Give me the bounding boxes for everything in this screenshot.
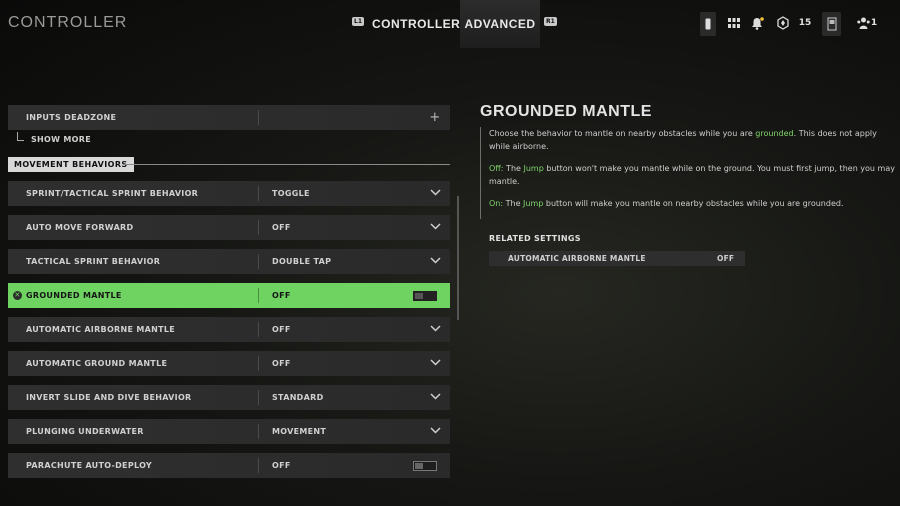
setting-value: OFF xyxy=(272,325,291,334)
party-count: 1 xyxy=(870,18,878,28)
l1-bumper-hint: L1 xyxy=(352,17,364,26)
detail-title: GROUNDED MANTLE xyxy=(480,103,652,120)
setting-label: INVERT SLIDE AND DIVE BEHAVIOR xyxy=(26,393,192,402)
player-card-icon[interactable] xyxy=(822,12,841,36)
setting-label: AUTOMATIC GROUND MANTLE xyxy=(26,359,168,368)
r1-bumper-hint: R1 xyxy=(544,17,557,26)
plus-icon[interactable]: + xyxy=(420,110,450,125)
chevron-down-icon[interactable] xyxy=(420,359,450,368)
setting-row-plunging-underwater[interactable]: PLUNGING UNDERWATER MOVEMENT xyxy=(8,419,450,444)
setting-value: OFF xyxy=(272,223,291,232)
setting-row-invert-slide-and-dive-behavior[interactable]: INVERT SLIDE AND DIVE BEHAVIOR STANDARD xyxy=(8,385,450,410)
chevron-down-icon[interactable] xyxy=(420,325,450,334)
related-setting-value: OFF xyxy=(717,254,735,263)
chevron-down-icon[interactable] xyxy=(420,223,450,232)
scrollbar[interactable] xyxy=(457,196,459,320)
description-paragraph: Choose the behavior to mantle on nearby … xyxy=(489,129,877,151)
section-divider xyxy=(123,164,450,165)
related-settings-title: RELATED SETTINGS xyxy=(489,234,581,243)
toggle-switch[interactable] xyxy=(413,290,437,301)
notification-bell-icon[interactable] xyxy=(749,12,765,34)
setting-row-inputs-deadzone[interactable]: INPUTS DEADZONE + xyxy=(8,105,450,130)
chevron-down-icon[interactable] xyxy=(420,393,450,402)
grid-menu-icon[interactable] xyxy=(726,12,742,34)
setting-row-parachute-auto-deploy[interactable]: PARACHUTE AUTO-DEPLOY OFF xyxy=(8,453,450,478)
setting-value: OFF xyxy=(272,359,291,368)
rank-badge-icon[interactable] xyxy=(774,12,792,34)
chevron-down-icon[interactable] xyxy=(420,189,450,198)
setting-label: AUTOMATIC AIRBORNE MANTLE xyxy=(26,325,176,334)
setting-value: DOUBLE TAP xyxy=(272,257,332,266)
show-more-button[interactable]: SHOW MORE xyxy=(17,132,91,144)
setting-label: PARACHUTE AUTO-DEPLOY xyxy=(26,461,152,470)
divider xyxy=(258,110,259,125)
setting-label: GROUNDED MANTLE xyxy=(26,291,122,300)
setting-value: OFF xyxy=(272,461,291,470)
off-option-description: Off: The Jump button won't make you mant… xyxy=(489,164,895,186)
section-header: MOVEMENT BEHAVIORS xyxy=(8,157,134,172)
setting-label: PLUNGING UNDERWATER xyxy=(26,427,144,436)
setting-label: INPUTS DEADZONE xyxy=(26,113,117,122)
chevron-down-icon[interactable] xyxy=(420,427,450,436)
tab-controller[interactable]: CONTROLLER xyxy=(372,0,460,32)
setting-row-automatic-airborne-mantle[interactable]: AUTOMATIC AIRBORNE MANTLE OFF xyxy=(8,317,450,342)
setting-row-tactical-sprint-behavior[interactable]: TACTICAL SPRINT BEHAVIOR DOUBLE TAP xyxy=(8,249,450,274)
setting-value: MOVEMENT xyxy=(272,427,327,436)
setting-value: STANDARD xyxy=(272,393,324,402)
setting-value: TOGGLE xyxy=(272,189,310,198)
setting-label: AUTO MOVE FORWARD xyxy=(26,223,134,232)
tab-advanced[interactable]: ADVANCED xyxy=(460,0,540,48)
setting-label: SPRINT/TACTICAL SPRINT BEHAVIOR xyxy=(26,189,199,198)
on-option-description: On: The Jump button will make you mantle… xyxy=(489,199,844,208)
toggle-switch[interactable] xyxy=(413,460,437,471)
notification-count: 15 xyxy=(798,18,812,28)
detail-description: Choose the behavior to mantle on nearby … xyxy=(480,127,897,219)
setting-row-grounded-mantle[interactable]: ✕ GROUNDED MANTLE OFF xyxy=(8,283,450,308)
setting-row-automatic-ground-mantle[interactable]: AUTOMATIC GROUND MANTLE OFF xyxy=(8,351,450,376)
setting-row-auto-move-forward[interactable]: AUTO MOVE FORWARD OFF xyxy=(8,215,450,240)
setting-label: TACTICAL SPRINT BEHAVIOR xyxy=(26,257,161,266)
controller-x-button-icon: ✕ xyxy=(13,291,22,300)
setting-row-sprint-tactical-sprint-behavior[interactable]: SPRINT/TACTICAL SPRINT BEHAVIOR TOGGLE xyxy=(8,181,450,206)
page-title: CONTROLLER xyxy=(8,14,128,31)
tree-elbow-icon xyxy=(17,132,24,141)
controller-icon[interactable] xyxy=(700,12,716,36)
show-more-label: SHOW MORE xyxy=(31,135,91,144)
related-setting-automatic-airborne-mantle[interactable]: AUTOMATIC AIRBORNE MANTLE OFF xyxy=(489,251,745,266)
top-bar: CONTROLLER L1 CONTROLLER ADVANCED R1 15 xyxy=(0,0,900,48)
related-setting-label: AUTOMATIC AIRBORNE MANTLE xyxy=(508,254,646,263)
setting-value: OFF xyxy=(272,291,291,300)
chevron-down-icon[interactable] xyxy=(420,257,450,266)
